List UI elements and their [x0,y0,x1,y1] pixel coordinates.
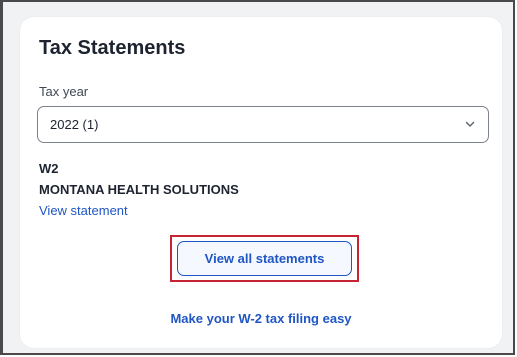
tax-year-select[interactable]: 2022 (1) [37,106,489,143]
tax-year-value: 2022 (1) [50,117,99,132]
w2-filing-link[interactable]: Make your W-2 tax filing easy [20,311,502,326]
tax-statements-card: Tax Statements Tax year 2022 (1) W2 MONT… [20,17,502,348]
statement-employer: MONTANA HEALTH SOLUTIONS [39,182,239,197]
tax-year-label: Tax year [39,84,89,99]
card-title: Tax Statements [39,37,186,59]
chevron-down-icon [465,121,475,127]
view-all-statements-button[interactable]: View all statements [177,241,352,276]
statement-form-type: W2 [39,161,59,176]
screenshot-frame: Tax Statements Tax year 2022 (1) W2 MONT… [0,0,515,355]
view-statement-link[interactable]: View statement [39,203,128,218]
